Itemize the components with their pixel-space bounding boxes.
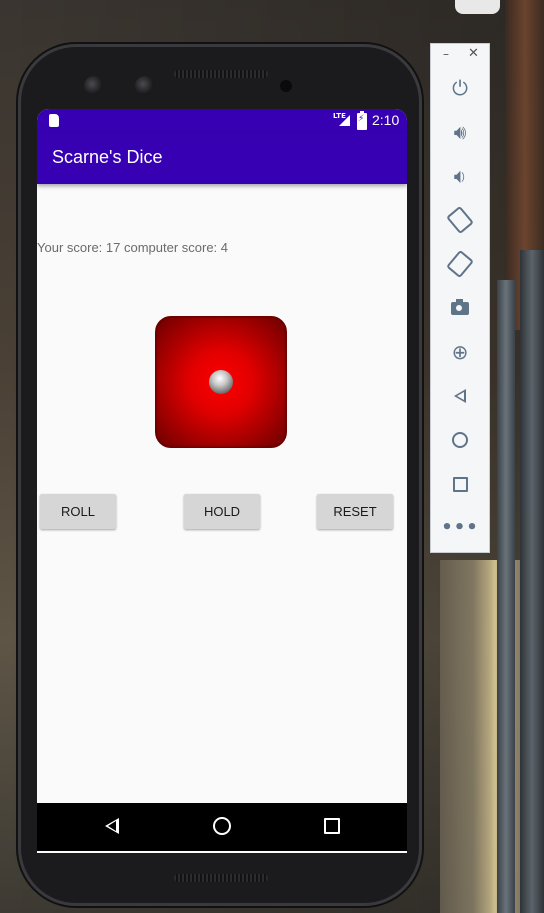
- hold-button[interactable]: HOLD: [184, 494, 260, 529]
- background-ceiling-light: [455, 0, 500, 14]
- emulator-toolbar: – ✕ ⏻ 🔊︎ 🔉︎ ⊕ •••: [430, 43, 490, 553]
- die-pip-icon: [209, 370, 233, 394]
- sensor-icon: [280, 80, 292, 92]
- signal-icon: [339, 115, 350, 126]
- battery-charging-icon: [357, 111, 367, 130]
- score-text: Your score: 17 computer score: 4: [37, 240, 229, 255]
- status-clock: 2:10: [372, 112, 400, 128]
- close-icon[interactable]: ✕: [468, 46, 479, 61]
- zoom-icon[interactable]: ⊕: [445, 337, 475, 367]
- recents-icon[interactable]: [324, 818, 340, 834]
- home-icon[interactable]: [213, 817, 231, 835]
- bottom-speaker: [174, 874, 268, 882]
- background-pillar: [520, 250, 544, 913]
- app-title: Scarne's Dice: [52, 147, 163, 167]
- rotate-right-icon[interactable]: [445, 249, 475, 279]
- emulator-titlebar: – ✕: [431, 44, 489, 66]
- volume-up-icon[interactable]: 🔊︎: [445, 117, 475, 147]
- app-bar: Scarne's Dice: [37, 133, 407, 184]
- rotate-left-icon[interactable]: [445, 205, 475, 235]
- device-screen: LTE 2:10 Scarne's Dice Your score: 17 co…: [37, 109, 407, 853]
- back-icon[interactable]: [445, 381, 475, 411]
- overview-icon[interactable]: [445, 469, 475, 499]
- volume-down-icon[interactable]: 🔉︎: [445, 161, 475, 191]
- background-pillar: [497, 280, 515, 913]
- reset-button[interactable]: RESET: [317, 494, 393, 529]
- roll-button[interactable]: ROLL: [40, 494, 116, 529]
- more-icon[interactable]: •••: [441, 513, 478, 543]
- power-icon[interactable]: ⏻: [445, 73, 475, 103]
- front-camera-icon: [84, 76, 104, 96]
- navigation-bar: [37, 803, 407, 851]
- front-camera-icon: [135, 76, 155, 96]
- back-icon[interactable]: [105, 818, 119, 834]
- home-icon[interactable]: [445, 425, 475, 455]
- sd-card-icon: [49, 114, 59, 127]
- status-bar: LTE 2:10: [37, 109, 407, 133]
- die-image: [155, 316, 287, 448]
- earpiece-speaker: [174, 70, 268, 78]
- screenshot-camera-icon[interactable]: [445, 293, 475, 323]
- minimize-icon[interactable]: –: [443, 47, 449, 61]
